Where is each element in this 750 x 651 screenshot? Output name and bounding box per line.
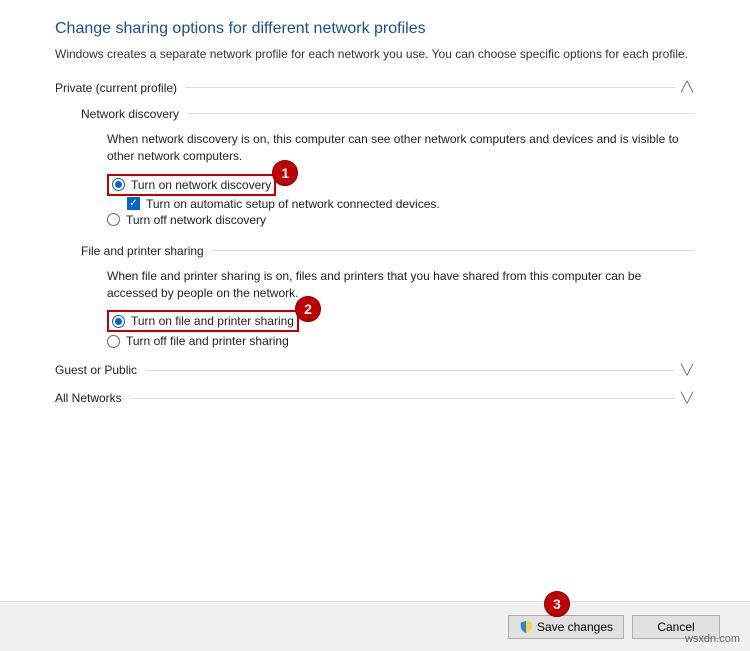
description-text: When file and printer sharing is on, fil…	[107, 268, 695, 303]
shield-icon	[519, 620, 533, 634]
page-subtitle: Windows creates a separate network profi…	[55, 46, 695, 63]
subsection-title: Network discovery	[81, 107, 187, 121]
radio-label: Turn on network discovery	[131, 178, 271, 192]
radio-option-fp-on[interactable]: Turn on file and printer sharing	[112, 313, 294, 329]
radio-icon[interactable]	[107, 213, 120, 226]
save-button-label: Save changes	[537, 620, 613, 634]
radio-option-nd-off[interactable]: Turn off network discovery	[107, 212, 695, 228]
checkbox-option-auto-setup[interactable]: ✓ Turn on automatic setup of network con…	[127, 196, 695, 212]
page-title: Change sharing options for different net…	[55, 20, 695, 38]
section-title: All Networks	[55, 391, 130, 405]
annotation-badge-2: 2	[295, 296, 321, 322]
radio-icon[interactable]	[112, 315, 125, 328]
section-title: Private (current profile)	[55, 81, 185, 95]
radio-option-nd-on[interactable]: Turn on network discovery	[112, 177, 271, 193]
subsection-file-printer: File and printer sharing When file and p…	[81, 244, 695, 350]
divider	[212, 250, 695, 251]
divider	[185, 87, 675, 88]
radio-label: Turn off file and printer sharing	[126, 334, 289, 348]
annotation-badge-1: 1	[272, 160, 298, 186]
radio-option-fp-off[interactable]: Turn off file and printer sharing	[107, 333, 695, 349]
section-guest: Guest or Public ╲╱	[55, 363, 695, 377]
radio-label: Turn off network discovery	[126, 213, 266, 227]
radio-icon[interactable]	[112, 178, 125, 191]
radio-icon[interactable]	[107, 335, 120, 348]
annotation-badge-3: 3	[544, 591, 570, 617]
section-all-networks: All Networks ╲╱	[55, 391, 695, 405]
highlight-box-1: Turn on network discovery	[107, 174, 276, 196]
section-title: Guest or Public	[55, 363, 145, 377]
divider	[130, 398, 675, 399]
chevron-down-icon[interactable]: ╲╱	[675, 365, 695, 376]
radio-label: Turn on file and printer sharing	[131, 314, 294, 328]
save-button[interactable]: Save changes	[508, 615, 624, 639]
chevron-down-icon[interactable]: ╲╱	[675, 393, 695, 404]
section-header-all-networks[interactable]: All Networks ╲╱	[55, 391, 695, 405]
section-private: Private (current profile) ╱╲ Network dis…	[55, 81, 695, 350]
cancel-button-label: Cancel	[657, 620, 694, 634]
checkbox-icon[interactable]: ✓	[127, 197, 140, 210]
watermark-text: wsxdn.com	[685, 633, 740, 645]
footer-bar: Save changes 3 Cancel	[0, 601, 750, 651]
description-text: When network discovery is on, this compu…	[107, 131, 695, 166]
chevron-up-icon[interactable]: ╱╲	[675, 82, 695, 93]
divider	[187, 113, 695, 114]
subsection-network-discovery: Network discovery When network discovery…	[81, 107, 695, 228]
checkbox-label: Turn on automatic setup of network conne…	[146, 197, 440, 211]
subsection-title: File and printer sharing	[81, 244, 212, 258]
divider	[145, 370, 675, 371]
highlight-box-2: Turn on file and printer sharing	[107, 310, 299, 332]
section-header-private[interactable]: Private (current profile) ╱╲	[55, 81, 695, 95]
section-header-guest[interactable]: Guest or Public ╲╱	[55, 363, 695, 377]
